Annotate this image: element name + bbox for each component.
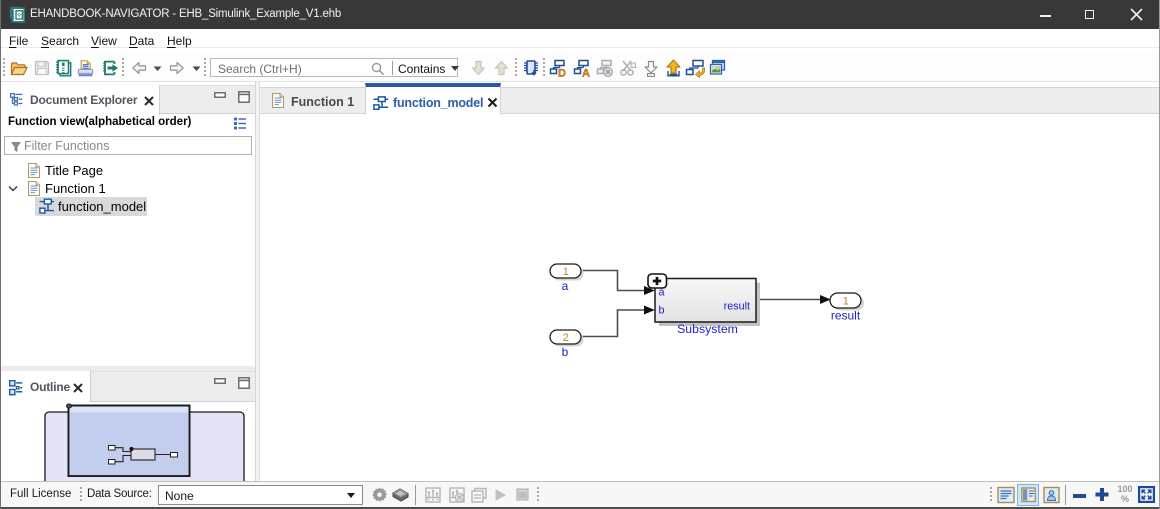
svg-text:Subsystem: Subsystem [677,322,738,336]
svg-text:1: 1 [843,296,849,308]
svg-text:result: result [724,301,750,313]
svg-text:D: D [558,68,566,79]
svg-text:result: result [831,308,861,322]
svg-text:2: 2 [563,332,569,344]
svg-text:b: b [659,305,665,317]
svg-text:A: A [582,68,590,79]
svg-text:b: b [562,345,569,359]
svg-text:a: a [562,279,569,293]
svg-text:1: 1 [563,266,569,278]
